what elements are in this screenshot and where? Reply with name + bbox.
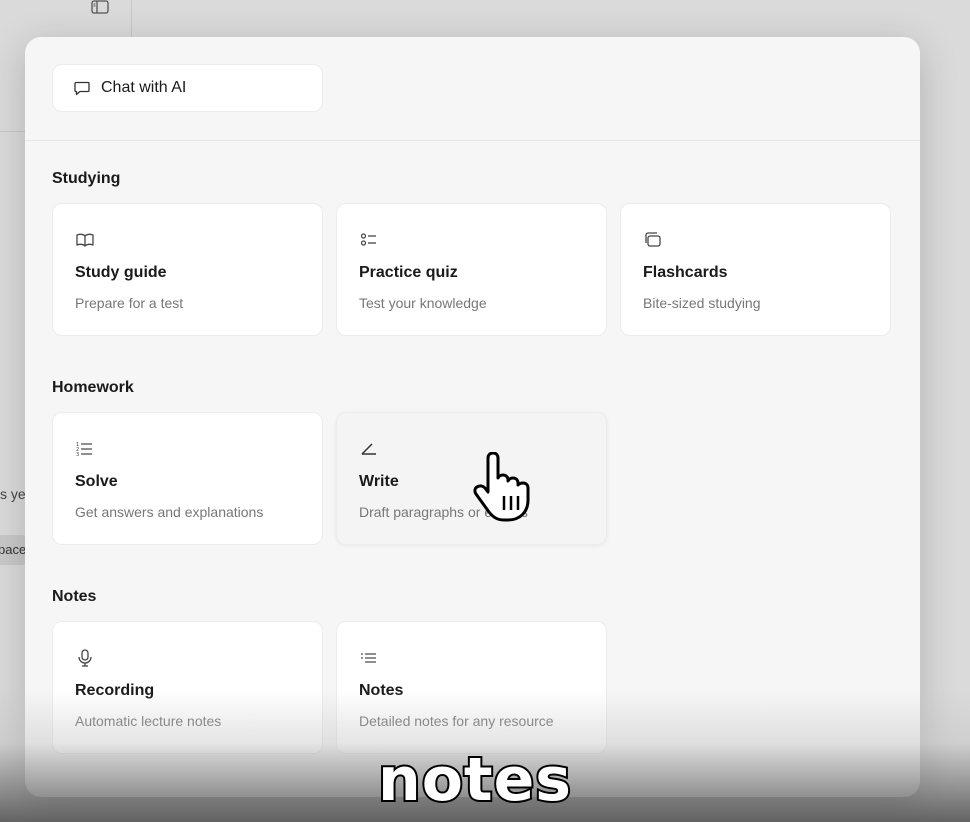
hand-pointer-cursor-icon xyxy=(473,452,530,522)
card-title: Solve xyxy=(75,473,118,490)
modal-header: Chat with AI xyxy=(25,37,920,141)
card-subtitle: Test your knowledge xyxy=(359,295,487,311)
section-title-studying: Studying xyxy=(52,170,121,187)
card-subtitle: Prepare for a test xyxy=(75,295,184,311)
section-title-notes: Notes xyxy=(52,588,97,605)
section-title-homework: Homework xyxy=(52,379,134,396)
chat-with-ai-label: Chat with AI xyxy=(101,79,187,96)
background-text: s ye xyxy=(0,486,26,502)
chat-with-ai-button[interactable]: Chat with AI xyxy=(52,64,323,112)
card-solve[interactable]: 1 2 3 Solve Get answers and explanations xyxy=(52,412,323,545)
pen-icon xyxy=(361,443,376,455)
card-recording[interactable]: Recording Automatic lecture notes xyxy=(52,621,323,754)
card-subtitle: Detailed notes for any resource xyxy=(359,713,554,729)
card-study-guide[interactable]: Study guide Prepare for a test xyxy=(52,203,323,336)
mic-icon xyxy=(78,649,92,667)
card-practice-quiz[interactable]: Practice quiz Test your knowledge xyxy=(336,203,607,336)
card-notes[interactable]: Notes Detailed notes for any resource xyxy=(336,621,607,754)
background-chip: pace xyxy=(0,535,28,565)
card-subtitle: Get answers and explanations xyxy=(75,504,264,520)
card-subtitle: Bite-sized studying xyxy=(643,295,761,311)
list-icon: 1 2 3 xyxy=(76,442,92,458)
checklist-icon xyxy=(360,233,376,246)
card-title: Study guide xyxy=(75,264,167,281)
svg-text:3: 3 xyxy=(76,452,79,458)
video-caption: notes xyxy=(376,743,573,817)
card-subtitle: Automatic lecture notes xyxy=(75,713,222,729)
create-modal: Chat with AI Studying Study guide Prepar… xyxy=(25,37,920,797)
card-title: Practice quiz xyxy=(359,264,458,281)
book-icon xyxy=(76,233,94,247)
chat-bubble-icon xyxy=(74,81,90,96)
card-title: Write xyxy=(359,473,399,490)
sidebar-divider xyxy=(131,0,132,40)
background-divider xyxy=(0,131,25,132)
card-title: Notes xyxy=(359,682,404,699)
cards-icon xyxy=(645,232,661,247)
card-title: Recording xyxy=(75,682,155,699)
card-title: Flashcards xyxy=(643,264,728,281)
notes-icon xyxy=(361,653,376,663)
card-flashcards[interactable]: Flashcards Bite-sized studying xyxy=(620,203,891,336)
sidebar-toggle-icon[interactable] xyxy=(91,0,109,14)
